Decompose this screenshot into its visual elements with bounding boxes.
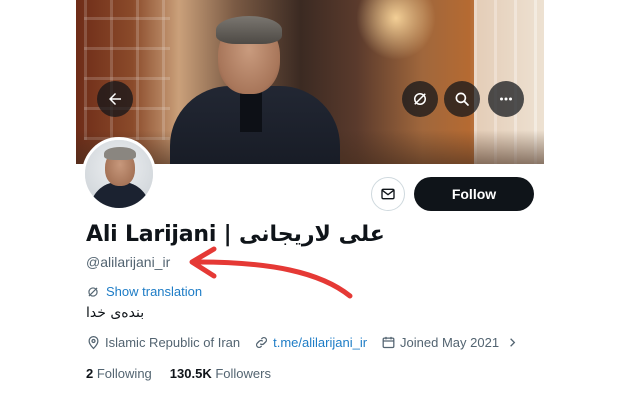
handle: @alilarijani_ir xyxy=(86,254,171,270)
mail-icon xyxy=(381,188,395,200)
translate-icon xyxy=(88,286,98,297)
show-translation-link[interactable]: Show translation xyxy=(86,284,202,299)
avatar[interactable] xyxy=(82,137,156,211)
display-name: Ali Larijani | علی لاریجانی xyxy=(86,222,385,247)
profile-meta: Islamic Republic of Iran t.me/alilarijan… xyxy=(86,335,534,350)
location-label: Islamic Republic of Iran xyxy=(105,335,241,350)
banner-window-left xyxy=(84,0,170,140)
location-pin-icon xyxy=(88,335,99,350)
more-icon xyxy=(500,97,512,101)
translate-off-icon xyxy=(414,93,426,105)
following-stat[interactable]: 2 Following xyxy=(86,366,152,381)
message-button[interactable] xyxy=(371,177,405,211)
search-icon xyxy=(455,92,469,106)
followers-label: Followers xyxy=(215,366,271,381)
website-label[interactable]: t.me/alilarijani_ir xyxy=(273,335,367,350)
following-count: 2 xyxy=(86,366,94,381)
link-icon xyxy=(256,337,268,348)
follow-button[interactable]: Follow xyxy=(414,177,534,211)
more-button[interactable] xyxy=(488,81,524,117)
banner-lamp xyxy=(356,0,436,60)
back-button[interactable] xyxy=(97,81,133,117)
website-link[interactable]: t.me/alilarijani_ir xyxy=(254,335,367,350)
calendar-icon xyxy=(382,336,395,349)
following-label: Following xyxy=(96,366,152,381)
location: Islamic Republic of Iran xyxy=(86,335,240,350)
follow-stats: 2 Following 130.5K Followers xyxy=(86,366,271,381)
banner-person xyxy=(170,16,340,164)
followers-count: 130.5K xyxy=(169,366,212,381)
followers-stat[interactable]: 130.5K Followers xyxy=(170,366,271,381)
joined-date: Joined May 2021 xyxy=(381,335,520,350)
show-translation-label: Show translation xyxy=(106,284,203,299)
translate-toggle-button[interactable] xyxy=(402,81,438,117)
chevron-right-icon[interactable] xyxy=(505,335,520,350)
back-arrow-icon xyxy=(109,93,121,105)
joined-label: Joined May 2021 xyxy=(400,335,500,350)
search-button[interactable] xyxy=(444,81,480,117)
bio: بنده‌ی خدا xyxy=(86,305,145,321)
